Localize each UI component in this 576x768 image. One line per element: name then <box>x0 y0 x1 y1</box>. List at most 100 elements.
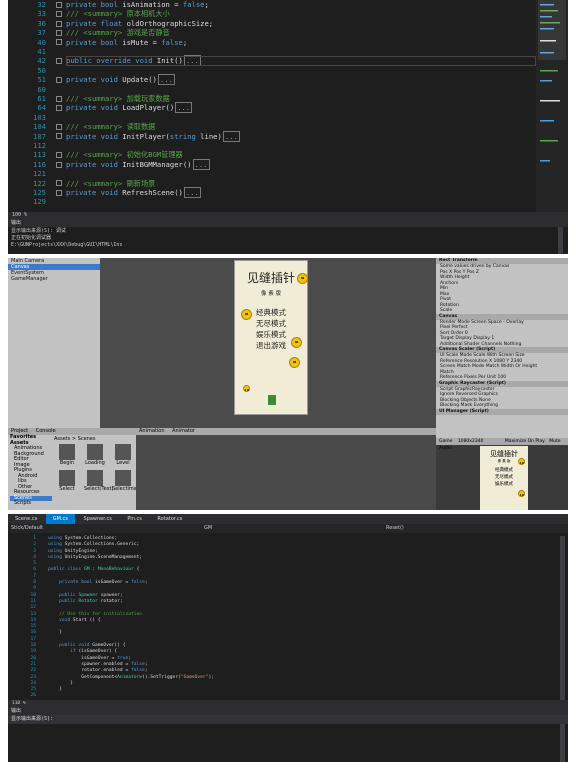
tab-scene-cs[interactable]: Scene.cs <box>8 514 44 524</box>
code-token: public <box>48 592 79 598</box>
fold-toggle-icon[interactable] <box>56 76 62 83</box>
fold-toggle-icon[interactable] <box>56 133 62 140</box>
code-token: spawner.enabled = <box>48 661 131 667</box>
hierarchy-item[interactable]: GameManager <box>8 276 100 282</box>
code-editor-bottom[interactable]: Scene.cs GM.cs Spawner.cs Pin.cs Rotator… <box>8 514 568 762</box>
collapsed-region[interactable]: ... <box>175 102 193 114</box>
scene-asset[interactable]: Select(Text) <box>84 470 113 492</box>
breadcrumb[interactable]: Assets > Scenes <box>54 436 96 442</box>
tab-animator[interactable]: Animator <box>172 428 195 434</box>
scene-view[interactable]: 见缝插针 像 素 版 经典模式 无尽模式 娱乐模式 退出游戏 <box>100 258 436 428</box>
fold-toggle-icon[interactable] <box>56 152 62 159</box>
scene-asset[interactable]: Level <box>112 444 134 466</box>
scene-asset[interactable]: SelectImage <box>112 470 143 492</box>
game-preview: 见缝插针 像 素 版 经典模式 无尽模式 娱乐模式 <box>480 446 528 510</box>
member-dropdown[interactable]: Reset() <box>386 524 404 533</box>
code-line[interactable]: 122 /// <summary> 刷新场景 <box>8 179 536 188</box>
fold-toggle-icon[interactable] <box>56 11 62 18</box>
code-line[interactable]: 116 private void InitBGMManager()... <box>8 158 536 170</box>
tab-game[interactable]: Game <box>439 439 452 444</box>
output-source-selector[interactable]: 显示输出来源(S): 调试 <box>11 228 565 235</box>
code-token: oldOrthographicSize; <box>126 18 214 28</box>
output-scrollbar[interactable] <box>560 724 565 762</box>
fold-toggle-icon[interactable] <box>56 95 62 102</box>
code-line[interactable]: 32 private bool isAnimation = false; <box>8 0 536 9</box>
project-dropdown[interactable]: Stick/Default <box>11 524 43 533</box>
fold-toggle-icon[interactable] <box>56 58 62 65</box>
menu-endless-mode-small[interactable]: 无尽模式 <box>480 474 528 481</box>
code-editor-top[interactable]: 32 private bool isAnimation = false; 33 ///… <box>8 0 568 254</box>
scene-asset[interactable]: Loading <box>84 444 106 466</box>
minimap[interactable] <box>536 0 568 212</box>
code-line[interactable]: 50 <box>8 66 536 75</box>
fold-toggle-icon[interactable] <box>56 161 62 168</box>
code-line[interactable]: 129 <box>8 197 536 206</box>
output-line: 正在初始化调试器 <box>11 235 52 241</box>
fold-toggle-icon[interactable] <box>56 189 62 196</box>
code-line[interactable]: 36 private float oldOrthographicSize; <box>8 19 536 28</box>
code-line[interactable]: 113 /// <summary> 初始化BGM管理器 <box>8 150 536 159</box>
code-token: private void <box>66 75 123 85</box>
tab-gm-cs[interactable]: GM.cs <box>45 514 75 524</box>
code-line[interactable]: 51 private void Update()... <box>8 74 536 86</box>
fold-toggle-icon[interactable] <box>56 29 62 36</box>
tab-rotator-cs[interactable]: Rotator.cs <box>150 514 189 524</box>
fold-toggle-icon[interactable] <box>56 39 62 46</box>
code-line[interactable]: 40 private bool isMute = false; <box>8 38 536 47</box>
code-line[interactable]: 41 <box>8 47 536 56</box>
code-line[interactable]: 60 <box>8 85 536 94</box>
code-line[interactable]: 112 <box>8 141 536 150</box>
code-token: public void <box>48 643 93 649</box>
output-source-selector[interactable]: 显示输出来源(S): <box>8 715 568 724</box>
game-view[interactable]: Game 1080x2340 Maximize On Play Mute Aud… <box>436 438 568 510</box>
code-line[interactable]: 125 private void RefreshScene()... <box>8 187 536 198</box>
tab-animation[interactable]: Animation <box>139 428 165 434</box>
ui-manager-header[interactable]: UI Manager (Script) <box>436 408 568 415</box>
fold-toggle-icon[interactable] <box>56 123 62 130</box>
code-token: { <box>133 567 140 573</box>
zoom-indicator[interactable]: 100 % <box>8 212 568 219</box>
fold-toggle-icon[interactable] <box>56 180 62 187</box>
tab-console[interactable]: Console <box>36 428 56 434</box>
tab-pin-cs[interactable]: Pin.cs <box>120 514 148 524</box>
fold-toggle-icon[interactable] <box>56 1 62 8</box>
tab-spawner-cs[interactable]: Spawner.cs <box>77 514 119 524</box>
code-line[interactable]: 64 private void LoadPlayer()... <box>8 102 536 114</box>
collapsed-region[interactable]: ... <box>183 187 201 198</box>
fold-toggle-icon[interactable] <box>56 20 62 27</box>
game-resolution[interactable]: 1080x2340 <box>458 439 484 444</box>
game-subtitle: 像 素 版 <box>261 291 281 297</box>
code-line[interactable]: 26 <box>8 693 558 699</box>
output-scrollbar[interactable] <box>558 227 563 254</box>
fold-toggle-icon[interactable] <box>56 105 62 112</box>
vertical-scrollbar[interactable] <box>560 536 565 700</box>
editor-line-area[interactable]: 1 using System.Collections; 2 using System.… <box>8 536 558 700</box>
smiley-icon <box>241 309 252 320</box>
code-token: rotator.enabled = <box>48 668 131 674</box>
menu-classic-mode-small[interactable]: 经典模式 <box>480 467 528 474</box>
code-line[interactable]: 37 /// <summary> 游戏是否静音 <box>8 28 536 37</box>
code-token: if <box>48 649 79 655</box>
code-line[interactable]: 103 <box>8 113 536 122</box>
collapsed-region[interactable]: ... <box>222 130 240 142</box>
collapsed-region[interactable]: ... <box>157 74 175 86</box>
output-panel-title: 输出 <box>8 707 568 715</box>
code-token: true <box>117 655 129 661</box>
scene-asset[interactable]: Select <box>56 470 78 492</box>
animator-panel[interactable]: Animation Animator <box>136 428 436 510</box>
code-line[interactable]: 61 /// <summary> 加载玩家数据 <box>8 94 536 103</box>
folder-item[interactable]: Scripts <box>10 500 52 507</box>
code-line[interactable]: 104 /// <summary> 读取数据 <box>8 122 536 131</box>
zoom-indicator[interactable]: 110 % <box>8 700 568 707</box>
scene-asset[interactable]: Begin <box>56 444 78 466</box>
collapsed-region[interactable]: ... <box>192 158 210 170</box>
class-dropdown[interactable]: GM <box>204 524 212 533</box>
code-line[interactable]: 33 /// <summary> 原本相机大小 <box>8 9 536 18</box>
menu-fun-mode-small[interactable]: 娱乐模式 <box>480 481 528 488</box>
code-line[interactable]: 121 <box>8 169 536 178</box>
code-line[interactable]: 107 private void InitPlayer(string line).… <box>8 130 536 142</box>
code-token: isGameOver = <box>95 580 131 586</box>
maximize-on-play-toggle[interactable]: Maximize On Play <box>505 439 545 444</box>
line-number: 112 <box>33 141 46 150</box>
game-canvas-preview: 见缝插针 像 素 版 经典模式 无尽模式 娱乐模式 退出游戏 <box>234 260 308 415</box>
